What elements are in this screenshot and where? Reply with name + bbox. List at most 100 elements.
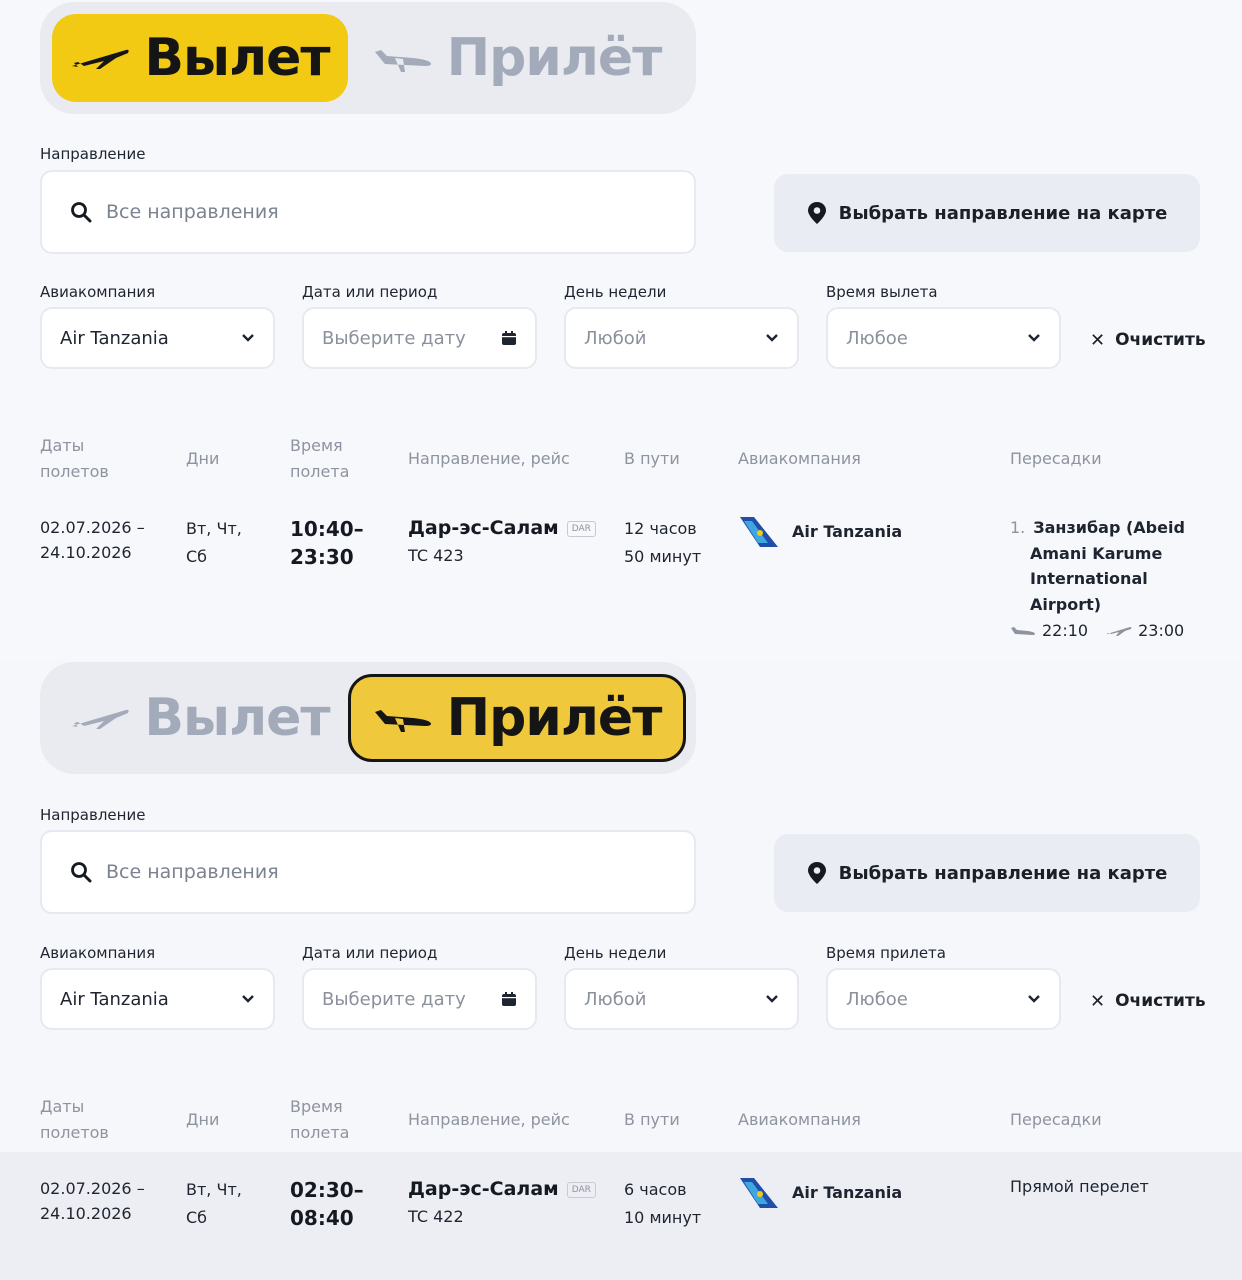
row-days: Вт, Чт, Сб	[186, 1180, 242, 1227]
header-airline: Авиакомпания	[738, 449, 861, 468]
airline-select-value: Air Tanzania	[60, 327, 169, 349]
destination-name: Дар-эс-Салам	[408, 1178, 559, 1200]
direction-search[interactable]	[40, 830, 696, 914]
time-label: Время прилета	[826, 944, 946, 962]
direction-toggle: Вылет Прилёт	[40, 2, 696, 114]
map-select-label: Выбрать направление на карте	[838, 862, 1168, 884]
plane-takeoff-icon	[72, 49, 130, 69]
map-pin-icon	[807, 862, 826, 884]
departure-tab-label: Вылет	[144, 28, 330, 88]
iata-badge: DAR	[566, 520, 596, 537]
header-transfers: Пересадки	[1010, 449, 1102, 468]
clear-filters-button[interactable]: ✕ Очистить	[1090, 986, 1206, 1016]
flight-number: TC 422	[408, 1207, 464, 1226]
header-days: Дни	[186, 1110, 220, 1129]
time-select[interactable]: Любое	[826, 968, 1061, 1030]
header-direction: Направление, рейс	[408, 1110, 570, 1129]
header-dates: Даты полетов	[40, 436, 109, 481]
row-direction: Дар-эс-Салам DAR TC 423	[408, 514, 596, 570]
plane-landing-icon	[374, 50, 431, 72]
weekday-select-value: Любой	[584, 988, 647, 1010]
row-duration: 12 часов 50 минут	[624, 519, 702, 566]
arrivals-panel: Вылет Прилёт Направление Выбрать направл…	[0, 660, 1242, 1280]
arrival-tab[interactable]: Прилёт	[348, 14, 686, 102]
clear-filters-label: Очистить	[1115, 991, 1206, 1011]
airline-select[interactable]: Air Tanzania	[40, 968, 275, 1030]
direction-label: Направление	[40, 145, 146, 163]
map-select-button[interactable]: Выбрать направление на карте	[774, 174, 1200, 252]
row-time: 10:40– 23:30	[290, 517, 364, 569]
airline-label: Авиакомпания	[40, 944, 156, 962]
header-duration: В пути	[624, 449, 680, 468]
destination-name: Дар-эс-Салам	[408, 517, 559, 539]
airline-name: Air Tanzania	[792, 1183, 903, 1202]
weekday-select[interactable]: Любой	[564, 968, 799, 1030]
plane-landing-icon	[1011, 626, 1035, 635]
arrival-tab-label: Прилёт	[446, 688, 663, 748]
air-tanzania-logo-icon	[740, 517, 778, 547]
row-duration: 6 часов 10 минут	[624, 1180, 702, 1227]
header-transfers: Пересадки	[1010, 1110, 1102, 1129]
departures-panel: Вылет Прилёт Направление Выбрать направл…	[0, 0, 1242, 660]
map-select-button[interactable]: Выбрать направление на карте	[774, 834, 1200, 912]
table-row[interactable]: 02.07.2026 –24.10.2026 Вт, Чт, Сб 02:30– 0…	[0, 1152, 1242, 1280]
header-dates: Даты полетов	[40, 1097, 109, 1142]
chevron-down-icon	[1028, 995, 1040, 1003]
clear-filters-button[interactable]: ✕ Очистить	[1090, 325, 1206, 355]
time-select[interactable]: Любое	[826, 307, 1061, 369]
map-pin-icon	[807, 202, 826, 224]
row-dates: 02.07.2026 –24.10.2026	[40, 1179, 145, 1223]
chevron-down-icon	[766, 995, 778, 1003]
date-picker[interactable]: Выберите дату	[302, 968, 537, 1030]
header-time: Время полета	[290, 436, 350, 481]
plane-landing-icon	[374, 710, 431, 732]
search-icon	[71, 202, 92, 223]
weekday-label: День недели	[564, 944, 667, 962]
row-time: 02:30– 08:40	[290, 1178, 364, 1230]
row-transfers: Прямой перелет	[1010, 1177, 1149, 1196]
date-picker-placeholder: Выберите дату	[322, 988, 466, 1010]
transfer-arrival-time: 22:10	[1042, 621, 1089, 640]
map-select-label: Выбрать направление на карте	[838, 202, 1168, 224]
calendar-icon	[502, 331, 516, 345]
flight-number: TC 423	[408, 546, 464, 565]
row-airline: Air Tanzania	[738, 1176, 902, 1210]
header-airline: Авиакомпания	[738, 1110, 861, 1129]
transfer-departure-time: 23:00	[1138, 621, 1185, 640]
calendar-icon	[502, 992, 516, 1006]
airline-select[interactable]: Air Tanzania	[40, 307, 275, 369]
header-direction: Направление, рейс	[408, 449, 570, 468]
clear-filters-label: Очистить	[1115, 330, 1206, 350]
date-label: Дата или период	[302, 283, 438, 301]
date-picker-placeholder: Выберите дату	[322, 327, 466, 349]
plane-takeoff-icon	[1107, 626, 1132, 636]
chevron-down-icon	[242, 995, 254, 1003]
time-label: Время вылета	[826, 283, 938, 301]
departure-tab-label: Вылет	[144, 688, 330, 748]
chevron-down-icon	[1028, 334, 1040, 342]
direction-label: Направление	[40, 806, 146, 824]
airline-select-value: Air Tanzania	[60, 988, 169, 1010]
row-days: Вт, Чт, Сб	[186, 519, 242, 566]
weekday-label: День недели	[564, 283, 667, 301]
search-input[interactable]	[106, 861, 666, 883]
close-icon: ✕	[1090, 990, 1106, 1012]
search-icon	[71, 862, 92, 883]
row-airline: Air Tanzania	[738, 515, 902, 549]
direction-search[interactable]	[40, 170, 696, 254]
plane-takeoff-icon	[72, 709, 130, 729]
row-transfers: 1. Занзибар (Abeid Amani Karume Internati…	[1010, 515, 1185, 644]
date-picker[interactable]: Выберите дату	[302, 307, 537, 369]
air-tanzania-logo-icon	[740, 1178, 778, 1208]
arrival-tab[interactable]: Прилёт	[348, 674, 686, 762]
iata-badge: DAR	[566, 1181, 596, 1198]
chevron-down-icon	[242, 334, 254, 342]
weekday-select[interactable]: Любой	[564, 307, 799, 369]
header-duration: В пути	[624, 1110, 680, 1129]
weekday-select-value: Любой	[584, 327, 647, 349]
search-input[interactable]	[106, 201, 666, 223]
time-select-value: Любое	[846, 327, 908, 349]
departure-tab[interactable]: Вылет	[52, 14, 348, 102]
departure-tab[interactable]: Вылет	[52, 674, 348, 762]
airline-name: Air Tanzania	[792, 522, 903, 541]
